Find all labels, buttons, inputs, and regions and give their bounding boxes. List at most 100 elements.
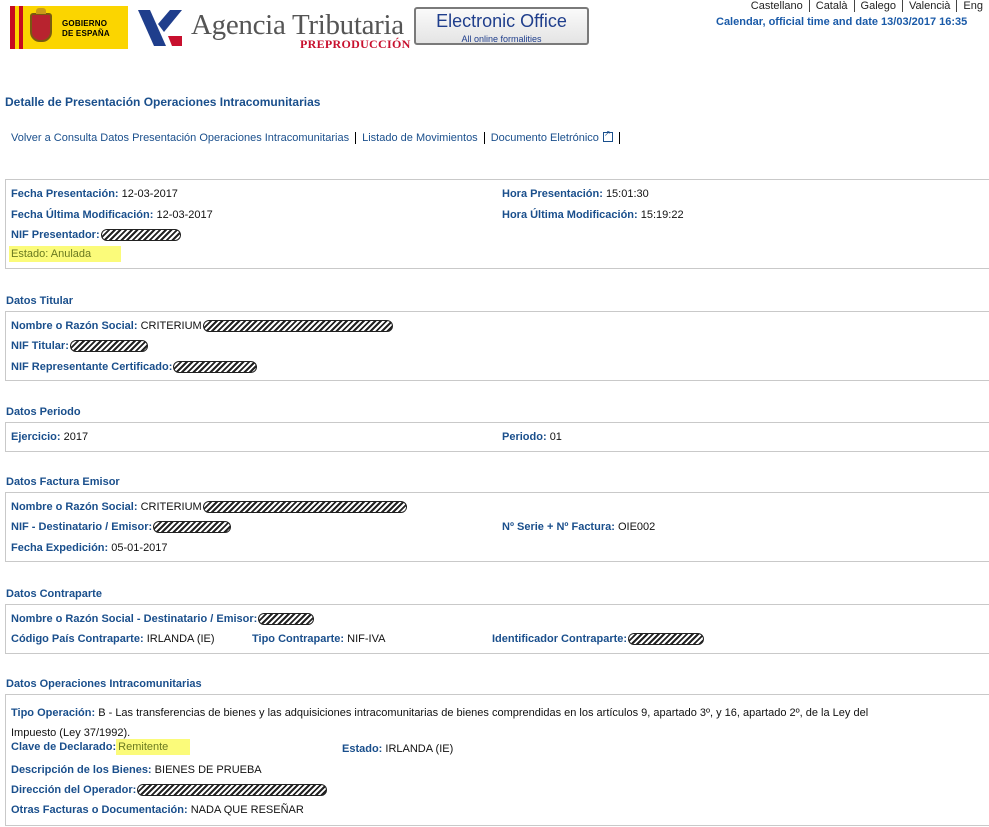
breadcrumb-nav: Volver a Consulta Datos Presentación Ope…: [5, 129, 620, 144]
redacted-value: [153, 521, 232, 534]
field-label: Hora Presentación:: [502, 188, 603, 200]
field-value: IRLANDA (IE): [146, 633, 215, 645]
lang-castellano[interactable]: Castellano: [744, 0, 810, 12]
external-link-icon: [602, 129, 613, 142]
field-value: NIF-IVA: [347, 633, 386, 645]
environment-label: PREPRODUCCIÓN: [300, 37, 411, 51]
redacted-value: [202, 320, 393, 333]
field-label: Nombre o Razón Social - Destinatario / E…: [11, 613, 258, 625]
field-value: 12-03-2017: [156, 209, 213, 221]
lang-valencia[interactable]: Valencià: [903, 0, 958, 12]
field-label: Nombre o Razón Social:: [11, 501, 138, 513]
factura-fecha-row: Fecha Expedición: 05-01-2017: [11, 542, 168, 554]
movements-list-link[interactable]: Listado de Movimientos: [356, 132, 485, 144]
gobierno-espana-logo[interactable]: GOBIERNO DE ESPAÑA: [10, 6, 128, 49]
contraparte-panel: Nombre o Razón Social - Destinatario / E…: [5, 604, 989, 654]
site-header: GOBIERNO DE ESPAÑA Agencia Tributaria PR…: [0, 0, 989, 60]
clave-value: Remitente: [116, 739, 191, 755]
redacted-value: [628, 633, 705, 646]
field-label: Código País Contraparte:: [11, 633, 144, 645]
operaciones-estado-row: Estado: IRLANDA (IE): [342, 743, 453, 755]
field-label: Otras Facturas o Documentación:: [11, 804, 188, 816]
redacted-value: [173, 361, 258, 374]
language-selector: Castellano Català Galego Valencià Eng: [744, 0, 989, 12]
gobierno-line1: GOBIERNO: [62, 19, 108, 28]
field-value: 15:19:22: [640, 209, 684, 221]
field-label: Fecha Última Modificación:: [11, 209, 154, 221]
electronic-document-link[interactable]: Documento Eletrónico: [484, 129, 620, 144]
gobierno-line2: DE ESPAÑA: [62, 29, 110, 38]
factura-nif-row: NIF - Destinatario / Emisor:: [11, 521, 232, 534]
field-value: IRLANDA (IE): [385, 743, 454, 755]
redacted-value: [100, 229, 181, 242]
ejercicio-row: Ejercicio: 2017: [11, 431, 88, 443]
tipo-operacion-row: Tipo Operación: B - Las transferencias d…: [11, 703, 971, 743]
field-label: Tipo Operación:: [11, 707, 96, 719]
field-label: NIF Presentador:: [11, 229, 100, 241]
contraparte-id-row: Identificador Contraparte:: [492, 633, 705, 646]
periodo-row: Periodo: 01: [502, 431, 562, 443]
titular-nif-rep-row: NIF Representante Certificado:: [11, 361, 258, 374]
field-label: NIF Titular:: [11, 340, 69, 352]
field-value: NADA QUE RESEÑAR: [190, 804, 304, 816]
field-label: Estado:: [342, 743, 383, 755]
field-value: Impuesto (Ley 37/1992).: [11, 727, 131, 739]
aeat-logo-icon[interactable]: [136, 6, 184, 50]
clave-declarado-row: Clave de Declarado: Remitente: [9, 739, 210, 755]
field-value: 01: [549, 431, 562, 443]
lang-galego[interactable]: Galego: [854, 0, 904, 12]
field-value: 15:01:30: [605, 188, 649, 200]
section-title-contraparte: Datos Contraparte: [6, 588, 102, 600]
factura-panel: Nombre o Razón Social: CRITERIUM NIF - D…: [5, 492, 989, 562]
official-clock-link[interactable]: Calendar, official time and date 13/03/2…: [716, 16, 967, 28]
status-value: Anulada: [50, 248, 92, 260]
contraparte-nombre-row: Nombre o Razón Social - Destinatario / E…: [11, 613, 315, 626]
nif-presentador-row: NIF Presentador:: [11, 229, 181, 242]
redacted-value: [69, 340, 148, 353]
document-label: Documento Eletrónico: [490, 132, 599, 144]
field-label: Descripción de los Bienes:: [11, 764, 152, 776]
titular-nif-row: NIF Titular:: [11, 340, 148, 353]
field-label: Identificador Contraparte:: [492, 633, 628, 645]
titular-panel: Nombre o Razón Social: CRITERIUM NIF Tit…: [5, 311, 989, 381]
presentation-panel: Fecha Presentación: 12-03-2017 Hora Pres…: [5, 179, 989, 269]
otras-facturas-row: Otras Facturas o Documentación: NADA QUE…: [11, 804, 304, 816]
field-label: Clave de Declarado:: [11, 741, 117, 753]
flag-stripe: [19, 6, 23, 49]
field-label: Nº Serie + Nº Factura:: [502, 521, 615, 533]
field-value: BIENES DE PRUEBA: [154, 764, 262, 776]
redacted-value: [202, 501, 407, 514]
periodo-panel: Ejercicio: 2017 Periodo: 01: [5, 422, 989, 452]
descripcion-bienes-row: Descripción de los Bienes: BIENES DE PRU…: [11, 764, 262, 776]
movements-label: Listado de Movimientos: [362, 132, 478, 144]
redacted-value: [258, 613, 315, 626]
lang-english[interactable]: Eng: [957, 0, 989, 12]
fecha-modificacion-row: Fecha Última Modificación: 12-03-2017: [11, 209, 213, 221]
field-label: Estado:: [11, 248, 49, 260]
field-value: CRITERIUM: [140, 320, 202, 332]
field-label: Fecha Expedición:: [11, 542, 109, 554]
field-label: Fecha Presentación:: [11, 188, 119, 200]
lang-catala[interactable]: Català: [809, 0, 855, 12]
contraparte-pais-row: Código País Contraparte: IRLANDA (IE): [11, 633, 215, 645]
redacted-value: [137, 784, 328, 797]
field-value: 12-03-2017: [121, 188, 178, 200]
eoffice-title: Electronic Office: [436, 11, 567, 31]
hora-presentacion-row: Hora Presentación: 15:01:30: [502, 188, 649, 200]
field-value: OIE002: [617, 521, 656, 533]
estado-row: Estado: Anulada: [9, 246, 122, 262]
hora-modificacion-row: Hora Última Modificación: 15:19:22: [502, 209, 684, 221]
field-label: Ejercicio:: [11, 431, 61, 443]
field-value: CRITERIUM: [140, 501, 202, 513]
back-to-query-link[interactable]: Volver a Consulta Datos Presentación Ope…: [5, 132, 357, 144]
factura-serie-row: Nº Serie + Nº Factura: OIE002: [502, 521, 655, 533]
operaciones-panel: Tipo Operación: B - Las transferencias d…: [5, 694, 989, 826]
electronic-office-button[interactable]: Electronic Office All online formalities: [414, 7, 589, 45]
field-value: 05-01-2017: [111, 542, 168, 554]
direccion-operador-row: Dirección del Operador:: [11, 784, 328, 797]
eoffice-subtitle: All online formalities: [461, 34, 542, 44]
field-value: B - Las transferencias de bienes y las a…: [98, 707, 869, 719]
field-label: Tipo Contraparte:: [252, 633, 345, 645]
factura-nombre-row: Nombre o Razón Social: CRITERIUM: [11, 501, 407, 514]
gobierno-text: GOBIERNO DE ESPAÑA: [62, 19, 110, 39]
